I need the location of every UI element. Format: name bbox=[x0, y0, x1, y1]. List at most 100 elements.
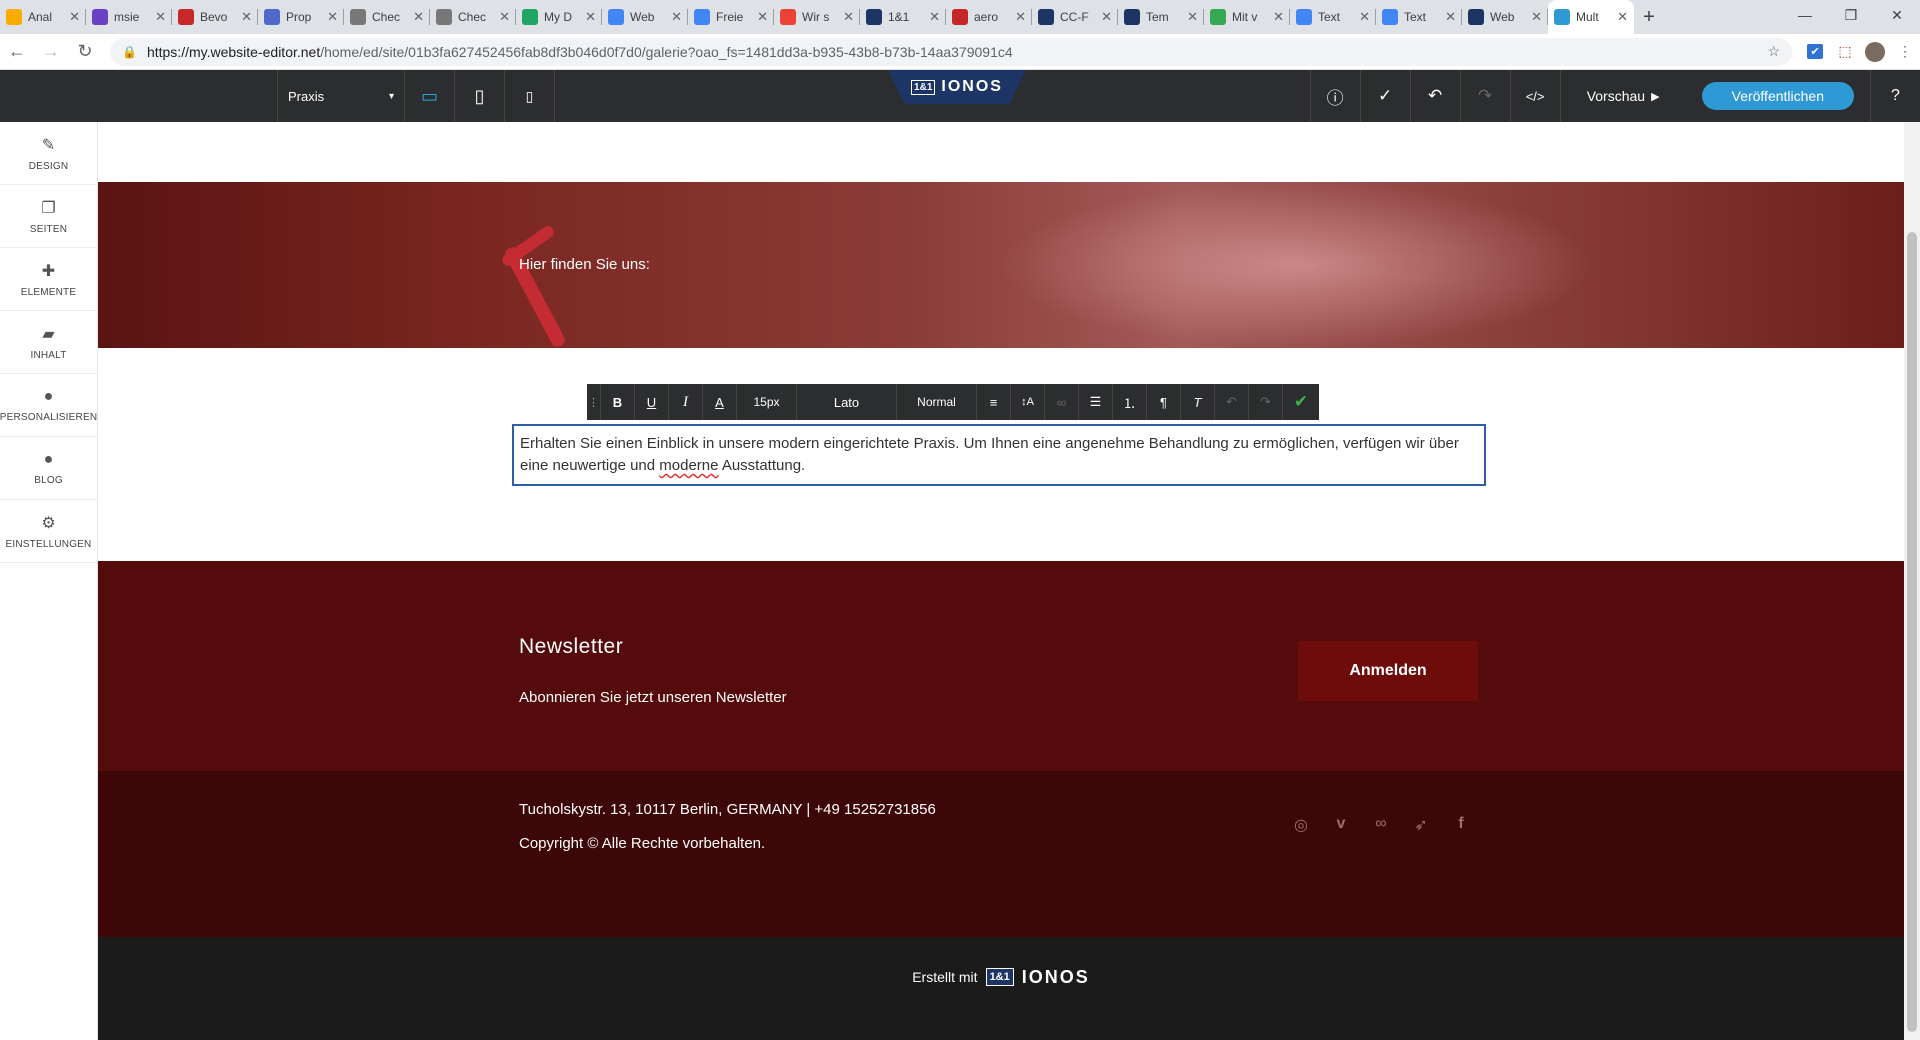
desktop-view-button[interactable]: ▭ bbox=[405, 70, 455, 122]
close-tab-icon[interactable]: ✕ bbox=[843, 9, 854, 25]
restore-icon[interactable]: ❐ bbox=[1828, 0, 1874, 30]
close-tab-icon[interactable]: ✕ bbox=[671, 9, 682, 25]
numbered-list-button[interactable]: ⒈ bbox=[1113, 384, 1147, 420]
browser-tab[interactable]: Chec ✕ bbox=[344, 0, 430, 34]
font-size-select[interactable]: 15px bbox=[737, 384, 797, 420]
mobile-view-button[interactable]: ▯ bbox=[505, 70, 555, 122]
browser-tab[interactable]: Web ✕ bbox=[602, 0, 688, 34]
reload-icon[interactable]: ↻ bbox=[68, 35, 102, 69]
browser-tab[interactable]: Mit v ✕ bbox=[1204, 0, 1290, 34]
page-selector[interactable]: Praxis ▾ bbox=[277, 70, 405, 122]
browser-tab[interactable]: My D ✕ bbox=[516, 0, 602, 34]
sidebar-item-blog[interactable]: ● BLOG bbox=[0, 437, 97, 500]
close-tab-icon[interactable]: ✕ bbox=[1187, 9, 1198, 25]
tripadvisor-icon[interactable]: ∞ bbox=[1371, 815, 1391, 835]
bookmark-star-icon[interactable]: ☆ bbox=[1767, 43, 1780, 60]
browser-tab[interactable]: Wir s ✕ bbox=[774, 0, 860, 34]
hero-text[interactable]: Hier finden Sie uns: bbox=[519, 256, 650, 273]
close-tab-icon[interactable]: ✕ bbox=[929, 9, 940, 25]
align-button[interactable]: ≡ bbox=[977, 384, 1011, 420]
url-path: /home/ed/site/01b3fa627452456fab8df3b046… bbox=[320, 43, 1013, 60]
tablet-view-button[interactable]: ▯ bbox=[455, 70, 505, 122]
sidebar-item-einstellungen[interactable]: ⚙ EINSTELLUNGEN bbox=[0, 500, 97, 563]
browser-tab[interactable]: Anal ✕ bbox=[0, 0, 86, 34]
confirm-button[interactable]: ✔ bbox=[1283, 384, 1319, 420]
code-button[interactable]: </> bbox=[1509, 70, 1560, 122]
brush-icon: ✎ bbox=[41, 136, 56, 154]
rte-redo-button[interactable]: ↷ bbox=[1249, 384, 1283, 420]
url-field[interactable]: 🔒 https://my.website-editor.net/home/ed/… bbox=[110, 37, 1792, 66]
browser-tab[interactable]: Freie ✕ bbox=[688, 0, 774, 34]
back-icon[interactable]: ← bbox=[0, 35, 34, 69]
publish-button[interactable]: Veröffentlichen bbox=[1701, 82, 1854, 110]
close-tab-icon[interactable]: ✕ bbox=[1531, 9, 1542, 25]
paragraph-text-editor[interactable]: Erhalten Sie einen Einblick in unsere mo… bbox=[512, 424, 1486, 486]
link-button[interactable]: ∞ bbox=[1045, 384, 1079, 420]
browser-tab[interactable]: aero ✕ bbox=[946, 0, 1032, 34]
close-tab-icon[interactable]: ✕ bbox=[69, 9, 80, 25]
close-tab-icon[interactable]: ✕ bbox=[241, 9, 252, 25]
close-tab-icon[interactable]: ✕ bbox=[1445, 9, 1456, 25]
browser-tab[interactable]: Prop ✕ bbox=[258, 0, 344, 34]
browser-tab[interactable]: Mult ✕ bbox=[1548, 0, 1634, 34]
bullet-list-button[interactable]: ☰ bbox=[1079, 384, 1113, 420]
close-tab-icon[interactable]: ✕ bbox=[1617, 9, 1628, 25]
forward-icon[interactable]: → bbox=[34, 35, 68, 69]
close-tab-icon[interactable]: ✕ bbox=[585, 9, 596, 25]
sidebar-item-design[interactable]: ✎ DESIGN bbox=[0, 122, 97, 185]
browser-tab[interactable]: CC-F ✕ bbox=[1032, 0, 1118, 34]
drag-handle-icon[interactable]: ⋮ bbox=[587, 384, 601, 420]
browser-tab[interactable]: Web ✕ bbox=[1462, 0, 1548, 34]
sidebar-item-seiten[interactable]: ❐ SEITEN bbox=[0, 185, 97, 248]
browser-tab[interactable]: Text ✕ bbox=[1290, 0, 1376, 34]
browser-menu-icon[interactable]: ⋮ bbox=[1890, 43, 1920, 60]
text-color-button[interactable]: A bbox=[703, 384, 737, 420]
underline-button[interactable]: U bbox=[635, 384, 669, 420]
sidebar-item-personalisieren[interactable]: ● PERSONALISIEREN bbox=[0, 374, 97, 437]
sidebar-item-inhalt[interactable]: ▰ INHALT bbox=[0, 311, 97, 374]
bold-button[interactable]: B bbox=[601, 384, 635, 420]
close-tab-icon[interactable]: ✕ bbox=[1101, 9, 1112, 25]
browser-tab[interactable]: Chec ✕ bbox=[430, 0, 516, 34]
new-tab-button[interactable]: + bbox=[1634, 0, 1664, 34]
clear-format-button[interactable]: T bbox=[1181, 384, 1215, 420]
help-button[interactable]: ? bbox=[1870, 70, 1920, 122]
browser-tab[interactable]: Bevo ✕ bbox=[172, 0, 258, 34]
browser-tab[interactable]: msie ✕ bbox=[86, 0, 172, 34]
close-window-icon[interactable]: ✕ bbox=[1874, 0, 1920, 30]
close-tab-icon[interactable]: ✕ bbox=[499, 9, 510, 25]
close-tab-icon[interactable]: ✕ bbox=[327, 9, 338, 25]
sidebar-item-elemente[interactable]: ✚ ELEMENTE bbox=[0, 248, 97, 311]
instagram-icon[interactable]: ◎ bbox=[1291, 815, 1311, 835]
newsletter-signup-button[interactable]: Anmelden bbox=[1298, 641, 1478, 701]
extension-pdf-icon[interactable]: ⬚ bbox=[1830, 43, 1860, 60]
font-size-tool-button[interactable]: ↕A bbox=[1011, 384, 1045, 420]
close-tab-icon[interactable]: ✕ bbox=[155, 9, 166, 25]
rte-undo-button[interactable]: ↶ bbox=[1215, 384, 1249, 420]
profile-avatar[interactable] bbox=[1860, 41, 1890, 62]
close-tab-icon[interactable]: ✕ bbox=[413, 9, 424, 25]
close-tab-icon[interactable]: ✕ bbox=[1015, 9, 1026, 25]
scrollbar-thumb[interactable] bbox=[1907, 232, 1917, 1032]
close-tab-icon[interactable]: ✕ bbox=[1359, 9, 1370, 25]
text-direction-button[interactable]: ¶ bbox=[1147, 384, 1181, 420]
redo-button[interactable]: ↷ bbox=[1459, 70, 1510, 122]
save-button[interactable]: ✓ bbox=[1359, 70, 1410, 122]
text-style-select[interactable]: Normal bbox=[897, 384, 977, 420]
info-button[interactable]: ⓘ bbox=[1309, 70, 1360, 122]
undo-button[interactable]: ↶ bbox=[1409, 70, 1460, 122]
browser-tab[interactable]: 1&1 ✕ bbox=[860, 0, 946, 34]
facebook-icon[interactable]: f bbox=[1451, 815, 1471, 835]
close-tab-icon[interactable]: ✕ bbox=[1273, 9, 1284, 25]
extension-check-icon[interactable]: ✔ bbox=[1800, 44, 1830, 59]
browser-tab[interactable]: Text ✕ bbox=[1376, 0, 1462, 34]
vimeo-icon[interactable]: v bbox=[1331, 815, 1351, 835]
preview-button[interactable]: Vorschau ▶ bbox=[1559, 70, 1686, 122]
browser-tab[interactable]: Tem ✕ bbox=[1118, 0, 1204, 34]
italic-button[interactable]: I bbox=[669, 384, 703, 420]
twitter-icon[interactable]: ➶ bbox=[1411, 815, 1431, 835]
font-family-select[interactable]: Lato bbox=[797, 384, 897, 420]
minimize-icon[interactable]: — bbox=[1782, 0, 1828, 30]
canvas-scrollbar[interactable] bbox=[1904, 122, 1920, 1040]
close-tab-icon[interactable]: ✕ bbox=[757, 9, 768, 25]
